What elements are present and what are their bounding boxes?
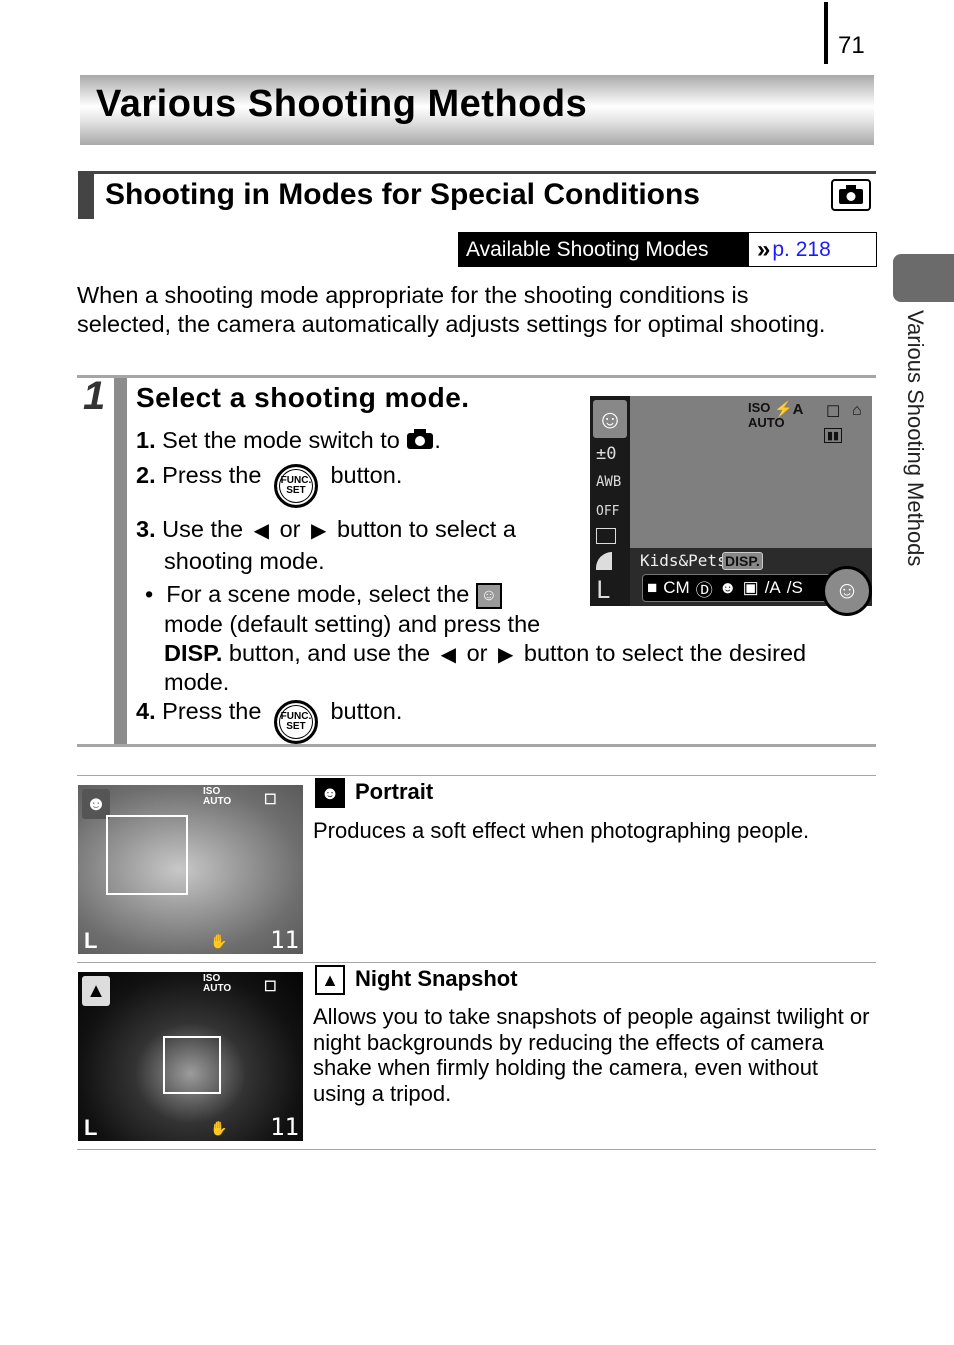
iso-auto-icon: ISO AUTO xyxy=(203,786,232,807)
mode-title-portrait: Portrait xyxy=(355,779,434,804)
chapter-banner: Various Shooting Methods xyxy=(80,75,874,145)
instruction-3-cont: shooting mode. xyxy=(164,548,325,574)
mode-divider xyxy=(77,962,876,963)
kids-pets-icon: ☺ xyxy=(593,400,627,438)
instruction-2: 2. Press the FUNC. SET button. xyxy=(136,462,402,508)
night-snapshot-icon: ▲ xyxy=(82,976,110,1006)
kids-pets-icon: ☺ xyxy=(475,582,502,609)
side-tab-label: Various Shooting Methods xyxy=(903,310,928,567)
scene-mode-note: • For a scene mode, select the ☺ xyxy=(145,581,502,609)
mode-label: Kids&Pets xyxy=(640,551,727,570)
selected-mode-kids-pets-icon: ☺ xyxy=(822,566,872,616)
page-reference-text[interactable]: p. 218 xyxy=(772,238,830,262)
camera-shake-icon: ✋ xyxy=(210,1120,228,1136)
chapter-title: Various Shooting Methods xyxy=(96,83,588,125)
disp-label: DISP. xyxy=(164,640,223,666)
drive-mode-icon: ☐ xyxy=(264,791,277,807)
left-arrow-icon: ◀ xyxy=(440,644,457,666)
page-number: 71 xyxy=(838,32,865,59)
scene-mode-note-line4: mode. xyxy=(164,669,230,695)
func-set-button-icon: FUNC. SET xyxy=(273,464,318,508)
scene-mode-note-line3: DISP. button, and use the ◀ or ▶ button … xyxy=(164,640,807,666)
instruction-4: 4. Press the FUNC. SET button. xyxy=(136,698,402,744)
drive-mode-icon: ☐ xyxy=(264,978,277,994)
flash-off: OFF xyxy=(596,504,620,519)
instruction-3: 3. Use the ◀ or ▶ button to select a xyxy=(136,516,516,542)
step-number: 1 xyxy=(83,374,106,418)
resolution-label: L xyxy=(596,576,611,604)
mode-divider xyxy=(77,775,876,776)
intro-paragraph: When a shooting mode appropriate for the… xyxy=(77,282,826,337)
face-detection-frame xyxy=(163,1036,221,1094)
night-snapshot-icon: ▲ xyxy=(315,965,345,995)
night-snapshot-sample-image: ▲ ISO AUTO ☐ ✋ L 11 xyxy=(78,972,303,1141)
step-divider-top xyxy=(77,375,876,378)
orientation-icon: ⌂ xyxy=(852,402,862,419)
flash-auto-icon: ⚡A xyxy=(774,401,804,418)
shots-remaining: 11 xyxy=(270,1113,299,1141)
night-snapshot-icon: ▣ xyxy=(742,578,759,597)
resolution-label: L xyxy=(84,928,98,953)
drive-mode-icon: ☐ xyxy=(826,404,841,421)
camera-shake-icon: ✋ xyxy=(210,933,228,949)
snow-icon: /S xyxy=(786,578,803,597)
section-title: Shooting in Modes for Special Conditions xyxy=(105,178,700,211)
chapter-side-tab xyxy=(893,254,954,302)
mode-divider xyxy=(77,1149,876,1150)
exposure-value: ±0 xyxy=(596,444,617,464)
portrait-sample-image: ☻ ISO AUTO ☐ ✋ L 11 xyxy=(78,785,303,954)
right-arrow-icon: ▶ xyxy=(498,644,514,666)
iso-auto-icon: ISO AUTO xyxy=(203,973,232,994)
available-modes-label: Available Shooting Modes xyxy=(459,233,749,266)
cm-icon: CM xyxy=(663,578,690,597)
page-reference-link[interactable]: » p. 218 xyxy=(749,233,831,266)
mode-title-night-snapshot: Night Snapshot xyxy=(355,966,518,991)
page-number-rule xyxy=(824,2,828,64)
disp-badge: DISP. xyxy=(722,552,763,570)
mode-description-night-snapshot: Allows you to take snapshots of people a… xyxy=(313,1004,870,1106)
battery-icon: ▮▮ xyxy=(824,428,843,443)
metering-icon xyxy=(596,528,616,544)
left-arrow-icon: ◀ xyxy=(253,520,270,542)
mode-description-portrait: Produces a soft effect when photographin… xyxy=(313,818,810,843)
step-title: Select a shooting mode. xyxy=(136,382,470,413)
step-bar xyxy=(114,378,127,744)
portrait-icon: ☻ xyxy=(315,778,345,808)
camera-icon: ■ xyxy=(647,578,658,597)
shots-remaining: 11 xyxy=(270,926,299,954)
right-arrow-icon: ▶ xyxy=(311,520,327,542)
camera-icon xyxy=(831,179,871,211)
instruction-1: 1. Set the mode switch to . xyxy=(136,427,441,456)
white-balance: AWB xyxy=(596,474,622,490)
portrait-icon: ☻ xyxy=(718,578,737,597)
resolution-label: L xyxy=(84,1115,98,1140)
section-heading: Shooting in Modes for Special Conditions xyxy=(78,171,876,219)
camera-mode-icon xyxy=(406,428,434,456)
step-divider-bottom xyxy=(77,744,876,747)
available-modes-box: Available Shooting Modes » p. 218 xyxy=(458,232,877,267)
scene-mode-note-line2: mode (default setting) and press the xyxy=(164,611,541,637)
foliage-icon: /A xyxy=(764,578,781,597)
d-icon: Ⓓ xyxy=(695,580,713,600)
func-set-button-icon: FUNC. SET xyxy=(273,700,318,744)
double-chevron-icon: » xyxy=(757,235,771,263)
face-detection-frame xyxy=(106,815,188,895)
